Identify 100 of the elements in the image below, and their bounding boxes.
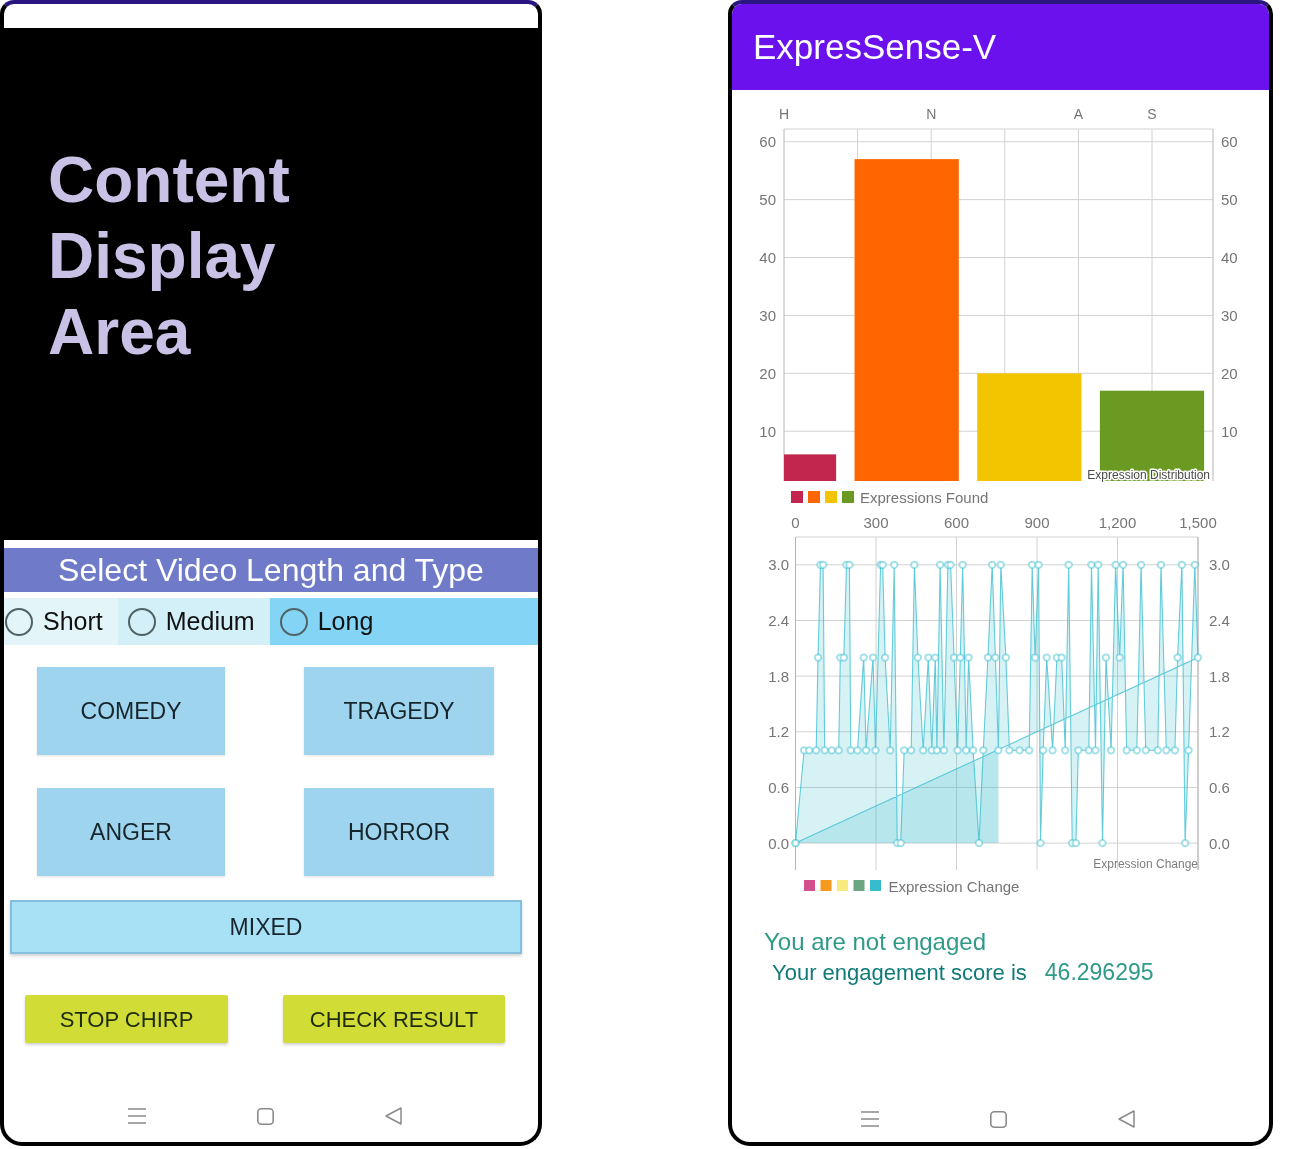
data-point: [1180, 838, 1190, 848]
tick-label: 40: [1221, 249, 1238, 267]
data-point: [988, 560, 997, 570]
genre-button[interactable]: COMEDY: [37, 667, 225, 755]
tick-label: 60: [1221, 133, 1238, 151]
data-point: [1060, 746, 1070, 755]
tick-label: 1.2: [1209, 723, 1230, 741]
tick-label: 3.0: [768, 556, 789, 574]
data-point: [1118, 560, 1128, 570]
data-point: [1190, 560, 1199, 570]
data-point: [900, 746, 909, 755]
data-point: [964, 653, 973, 662]
data-point: [932, 746, 942, 755]
data-point: [1101, 653, 1111, 662]
data-point: [1193, 653, 1203, 662]
data-point: [979, 746, 988, 755]
data-point: [1015, 746, 1024, 755]
data-point: [1074, 746, 1083, 755]
data-point: [861, 746, 871, 755]
legend-label: Expression Change: [888, 877, 1020, 895]
tick-label: 50: [759, 191, 776, 209]
data-point: [818, 560, 828, 570]
radio-option[interactable]: Medium: [117, 598, 270, 645]
data-point: [935, 560, 945, 570]
tick-label: 1,500: [1179, 513, 1217, 531]
data-point: [956, 653, 965, 662]
data-point: [1005, 746, 1014, 755]
menu-icon[interactable]: [861, 1111, 879, 1127]
radio-icon[interactable]: [279, 607, 308, 636]
tick-label: 50: [1221, 191, 1238, 209]
data-point: [886, 746, 895, 755]
square-icon[interactable]: [257, 1107, 274, 1125]
tick-label: 600: [944, 513, 969, 531]
tick-label: 30: [1221, 306, 1238, 324]
tick-label: 20: [759, 364, 776, 382]
chart-title: Expression Change: [1093, 857, 1198, 871]
genre-button[interactable]: TRAGEDY: [304, 667, 494, 755]
tick-label: 0.6: [1209, 778, 1230, 796]
genre-button[interactable]: HORROR: [304, 788, 494, 876]
genre-button[interactable]: ANGER: [37, 788, 225, 876]
radio-icon[interactable]: [127, 607, 156, 636]
data-point: [931, 653, 940, 662]
data-point: [1038, 746, 1048, 755]
data-point: [991, 653, 1000, 662]
data-point: [913, 653, 923, 662]
data-point: [859, 653, 868, 662]
data-point: [910, 560, 919, 570]
data-point: [1153, 746, 1162, 755]
data-point: [827, 746, 836, 755]
tick-label: 60: [759, 133, 776, 151]
data-point: [994, 746, 1003, 755]
radio-option[interactable]: Long: [269, 598, 538, 645]
axis-label: S: [1147, 106, 1157, 122]
data-point: [958, 560, 967, 570]
data-point: [996, 560, 1005, 570]
radio-icon[interactable]: [5, 607, 33, 636]
data-point: [1184, 746, 1193, 755]
data-point: [1034, 560, 1043, 570]
tick-label: 2.4: [1209, 612, 1230, 629]
data-point: [1036, 838, 1045, 848]
data-point: [1027, 560, 1037, 570]
data-point: [1170, 746, 1180, 755]
action-button[interactable]: STOP CHIRP: [25, 995, 228, 1043]
data-point: [1122, 746, 1131, 755]
action-button[interactable]: CHECK RESULT: [283, 995, 505, 1043]
data-point: [1132, 746, 1141, 755]
tick-label: 0.6: [768, 778, 789, 796]
section-header: Select Video Length and Type: [4, 548, 538, 592]
back-icon[interactable]: [1118, 1110, 1135, 1128]
tick-label: 40: [759, 249, 776, 267]
app-title: ExpresSense-V: [753, 27, 997, 67]
data-point: [1162, 746, 1171, 755]
data-point: [1025, 746, 1034, 755]
data-point: [974, 838, 984, 848]
display-placeholder-text: Content Display Area: [48, 143, 291, 370]
tick-label: 1.8: [1209, 667, 1230, 685]
data-point: [890, 560, 899, 570]
square-icon[interactable]: [990, 1110, 1007, 1128]
data-point: [968, 746, 978, 755]
radio-option[interactable]: Short: [4, 598, 118, 645]
data-point: [1048, 746, 1057, 755]
data-point: [871, 746, 880, 755]
tick-label: 900: [1024, 513, 1050, 531]
data-point: [820, 746, 829, 755]
mixed-button[interactable]: MIXED: [10, 900, 522, 954]
data-point: [1156, 560, 1166, 570]
axis-label: H: [778, 106, 790, 122]
tick-label: 10: [759, 422, 776, 440]
data-point: [1111, 560, 1120, 570]
data-point: [919, 746, 928, 755]
data-point: [1177, 560, 1187, 570]
tick-label: 0.0: [768, 834, 789, 852]
data-point: [983, 653, 993, 662]
data-point: [1106, 746, 1116, 755]
data-point: [1001, 653, 1011, 662]
data-point: [1141, 746, 1150, 755]
back-icon[interactable]: [385, 1107, 402, 1125]
tick-label: 1.2: [768, 723, 789, 741]
menu-icon[interactable]: [128, 1108, 146, 1124]
tick-label: 30: [759, 306, 776, 324]
